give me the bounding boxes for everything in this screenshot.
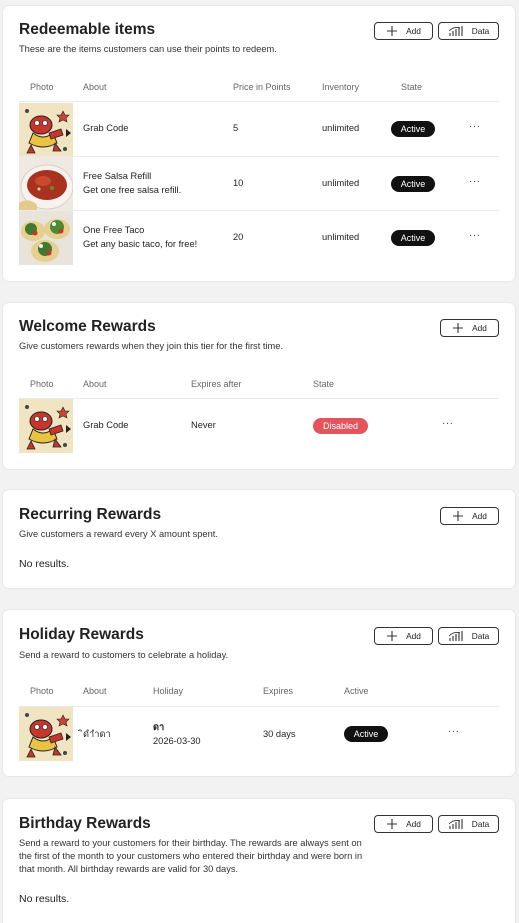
bar-chart-icon (448, 25, 464, 37)
section-title: Redeemable items (19, 21, 156, 38)
column-header-inventory: Inventory (322, 82, 360, 92)
item-photo (19, 707, 73, 761)
data-button-label: Data (471, 631, 490, 641)
column-header-holiday: Holiday (153, 686, 184, 696)
section-title: Welcome Rewards (19, 318, 156, 335)
item-detail: Get any basic taco, for free! (83, 239, 198, 249)
item-photo (19, 211, 73, 265)
section-title: Recurring Rewards (19, 506, 162, 523)
more-options-button[interactable]: ··· (448, 726, 460, 737)
data-button-label: Data (471, 26, 490, 36)
more-options-button[interactable]: ··· (469, 230, 481, 241)
data-button[interactable]: Data (438, 22, 499, 40)
add-button-label: Add (472, 511, 487, 521)
section-description: Send a reward to customers to celebrate … (19, 650, 229, 660)
plus-icon (386, 818, 398, 830)
add-button[interactable]: Add (374, 627, 433, 645)
column-header-expires-after: Expires after (191, 379, 242, 389)
status-badge: Active (391, 121, 435, 137)
add-button[interactable]: Add (440, 319, 499, 337)
add-button[interactable]: Add (374, 815, 433, 833)
section-description: Give customers rewards when they join th… (19, 341, 284, 351)
divider (19, 706, 499, 707)
bar-chart-icon (448, 630, 464, 642)
holiday-rewards-card: Holiday Rewards Send a reward to custome… (3, 610, 515, 776)
item-expires: Never (191, 420, 216, 430)
column-header-state: State (401, 82, 423, 92)
empty-state: No results. (19, 558, 70, 570)
section-description: These are the items customers can use th… (19, 44, 277, 54)
column-header-photo: Photo (30, 379, 54, 389)
item-inventory: unlimited (322, 232, 360, 242)
more-options-button[interactable]: ··· (469, 121, 481, 132)
item-inventory: unlimited (322, 178, 360, 188)
item-name: Grab Code (83, 123, 129, 133)
more-options-button[interactable]: ··· (442, 418, 454, 429)
item-name: One Free Taco (83, 225, 145, 235)
column-header-active: Active (344, 686, 369, 696)
column-header-state: State (313, 379, 335, 389)
column-header-expires: Expires (263, 686, 294, 696)
holiday-name: ดา (153, 722, 165, 732)
bar-chart-icon (448, 818, 464, 830)
empty-state: No results. (19, 893, 70, 905)
add-button-label: Add (472, 323, 487, 333)
item-expires: 30 days (263, 729, 296, 739)
item-photo (19, 399, 73, 453)
add-button-label: Add (406, 26, 421, 36)
plus-icon (386, 630, 398, 642)
divider (19, 156, 499, 157)
item-photo (19, 157, 73, 211)
section-description: Give customers a reward every X amount s… (19, 529, 218, 539)
item-name: Grab Code (83, 420, 129, 430)
plus-icon (452, 510, 464, 522)
column-header-about: About (83, 82, 107, 92)
item-price: 10 (233, 178, 244, 188)
item-inventory: unlimited (322, 123, 360, 133)
column-header-price: Price in Points (233, 82, 291, 92)
holiday-date: 2026-03-30 (153, 736, 201, 746)
status-badge: Active (344, 726, 388, 742)
column-header-photo: Photo (30, 686, 54, 696)
recurring-rewards-card: Recurring Rewards Give customers a rewar… (3, 490, 515, 588)
item-photo (19, 103, 73, 157)
data-button[interactable]: Data (438, 815, 499, 833)
status-badge: Disabled (313, 418, 368, 434)
redeemable-items-card: Redeemable items These are the items cus… (3, 6, 515, 281)
item-name: Free Salsa Refill (83, 171, 152, 181)
section-title: Holiday Rewards (19, 626, 144, 643)
plus-icon (452, 322, 464, 334)
item-price: 5 (233, 123, 239, 133)
add-button-label: Add (406, 631, 421, 641)
data-button-label: Data (471, 819, 490, 829)
item-price: 20 (233, 232, 244, 242)
item-detail: Get one free salsa refill. (83, 185, 182, 195)
more-options-button[interactable]: ··· (469, 176, 481, 187)
status-badge: Active (391, 176, 435, 192)
status-badge: Active (391, 230, 435, 246)
plus-icon (386, 25, 398, 37)
column-header-about: About (83, 686, 107, 696)
divider (19, 101, 499, 102)
welcome-rewards-card: Welcome Rewards Give customers rewards w… (3, 303, 515, 469)
section-description: Send a reward to your customers for thei… (19, 838, 363, 874)
item-name: ิดำำดา (83, 729, 111, 739)
add-button-label: Add (406, 819, 421, 829)
divider (19, 398, 499, 399)
add-button[interactable]: Add (374, 22, 433, 40)
birthday-rewards-card: Birthday Rewards Send a reward to your c… (3, 799, 515, 923)
column-header-photo: Photo (30, 82, 54, 92)
column-header-about: About (83, 379, 107, 389)
data-button[interactable]: Data (438, 627, 499, 645)
add-button[interactable]: Add (440, 507, 499, 525)
section-title: Birthday Rewards (19, 815, 151, 832)
divider (19, 210, 499, 211)
